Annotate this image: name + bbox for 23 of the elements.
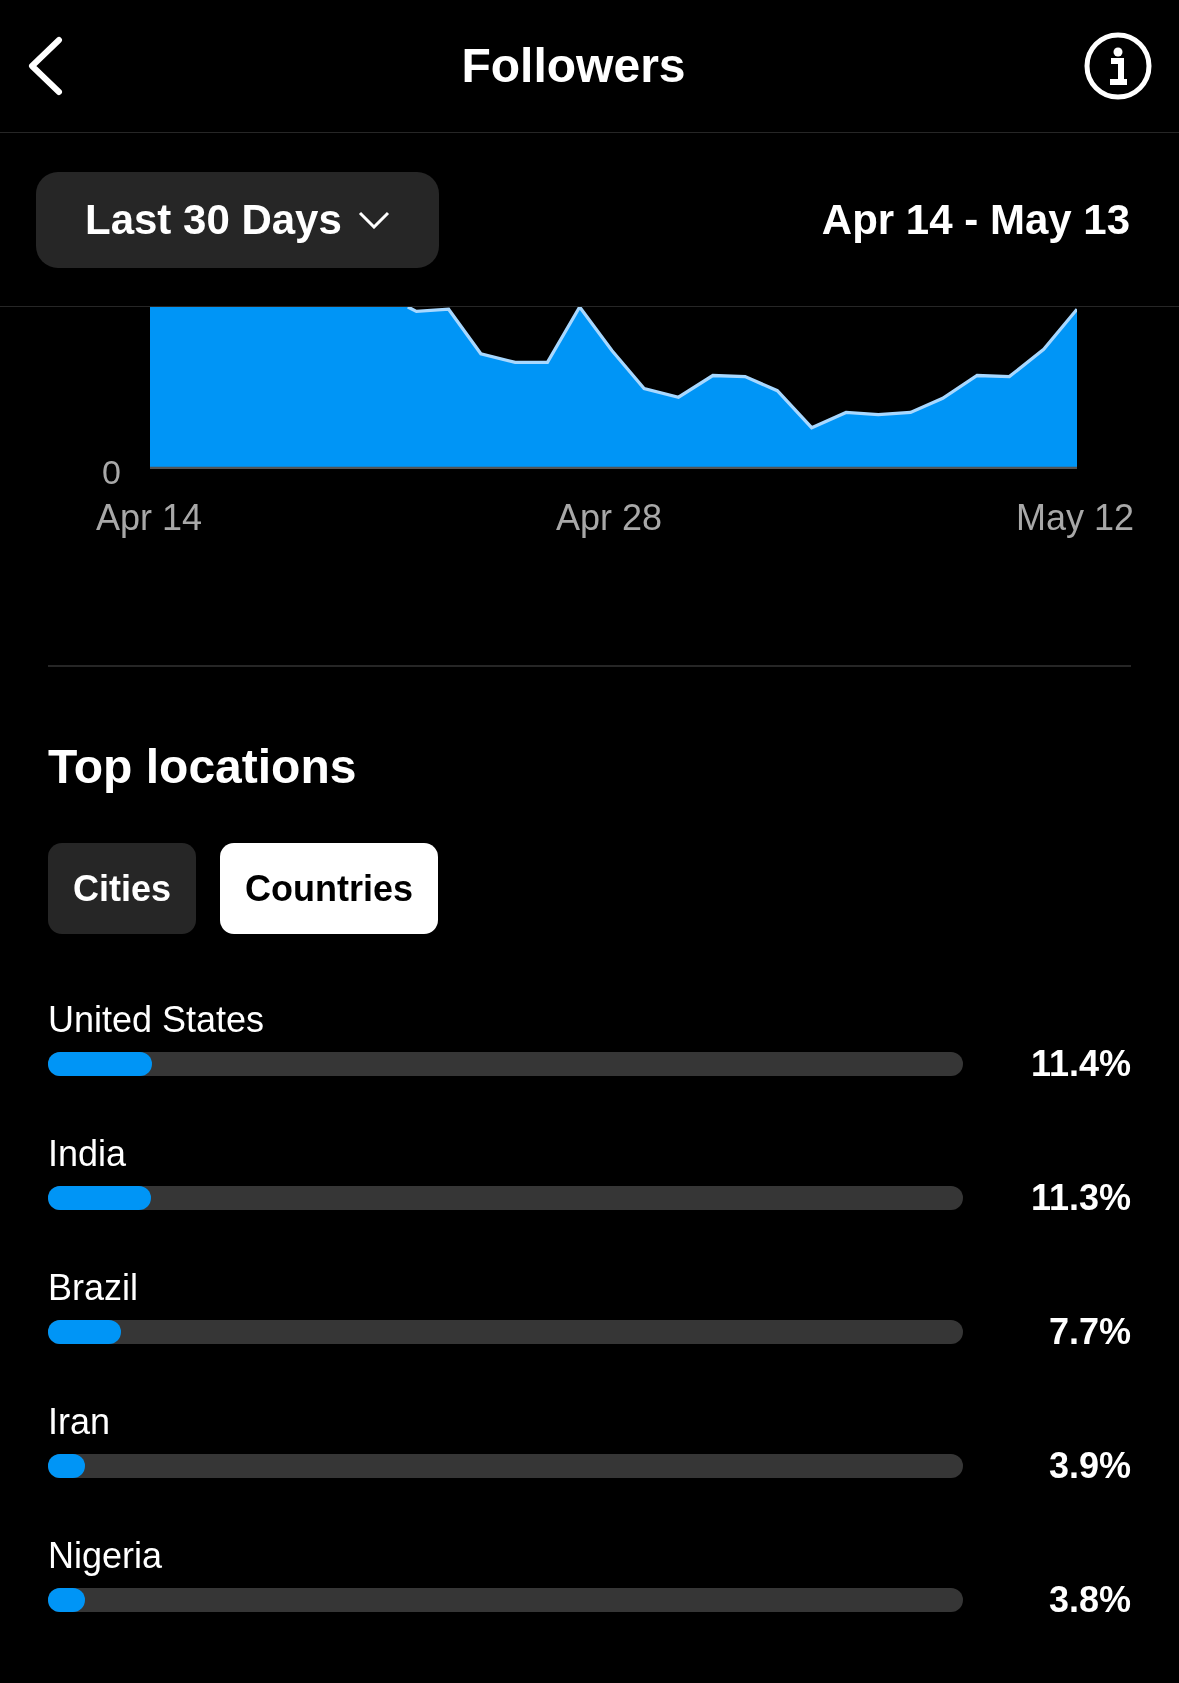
section-title: Top locations (48, 739, 358, 795)
percentage: 11.3% (1029, 1186, 1131, 1210)
percentage: 3.8% (1047, 1588, 1131, 1612)
axis-label: Apr 14 (96, 496, 203, 540)
page-title: Followers (461, 38, 686, 94)
location-name: Iran (48, 1402, 112, 1442)
percentage: 7.7% (1047, 1320, 1131, 1344)
percentage: 3.9% (1047, 1454, 1131, 1478)
percentage: 11.4% (1029, 1052, 1131, 1076)
location-tab[interactable]: Countries (220, 843, 439, 934)
chevron-down-icon (357, 210, 390, 229)
date-range: Apr 14 - May 13 (821, 195, 1130, 245)
location-tab[interactable]: Cities (48, 843, 197, 934)
location-name: Nigeria (48, 1536, 164, 1576)
info-icon[interactable] (1083, 31, 1153, 101)
axis-label: May 12 (1015, 496, 1134, 540)
back-icon[interactable] (26, 36, 64, 96)
location-name: United States (48, 1000, 266, 1040)
date-range-dropdown[interactable]: Last 30 Days (36, 171, 439, 268)
location-name: Brazil (48, 1268, 140, 1308)
axis-label: Apr 28 (556, 496, 663, 540)
location-name: India (48, 1134, 128, 1174)
axis-label: 0 (102, 452, 121, 493)
